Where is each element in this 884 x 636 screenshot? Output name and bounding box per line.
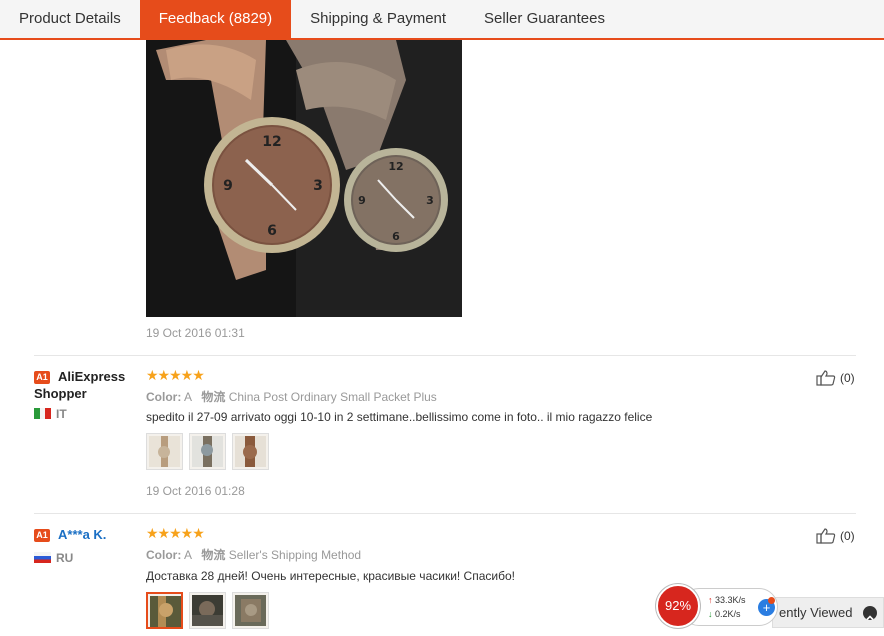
watch-thumbnail-image [192, 595, 223, 626]
buyer-level-badge: A1 [34, 529, 50, 542]
svg-text:3: 3 [313, 178, 323, 194]
recently-viewed-label: ently Viewed [779, 605, 853, 620]
color-label: Color: [146, 548, 182, 562]
network-speed-widget[interactable]: 92% ↑ 33.3K/s ↓ 0.2K/s + [656, 584, 780, 628]
divider [34, 355, 856, 356]
review-thumbnail[interactable] [232, 433, 269, 470]
shipping-value: China Post Ordinary Small Packet Plus [228, 390, 437, 404]
watch-thumbnail-image [235, 595, 266, 626]
chevron-up-icon [863, 606, 877, 621]
watch-thumbnail-image [192, 436, 223, 467]
shipping-label: 物流 [201, 390, 226, 404]
review-thumbnails [146, 433, 269, 470]
review-thumbnail[interactable] [232, 592, 269, 629]
italy-flag-icon [34, 408, 51, 419]
review-thumbnail[interactable] [146, 433, 183, 470]
thumbs-up-icon [816, 528, 836, 544]
tab-feedback[interactable]: Feedback (8829) [139, 0, 292, 40]
reviewer-name: AliExpress Shopper [34, 369, 126, 401]
helpful-count: (0) [840, 529, 855, 543]
svg-text:12: 12 [388, 160, 403, 173]
review-meta: Color: A 物流 China Post Ordinary Small Pa… [146, 388, 437, 405]
download-speed-value: 0.2K/s [715, 609, 741, 619]
upload-speed-value: 33.3K/s [715, 595, 746, 605]
upload-speed: ↑ 33.3K/s [708, 595, 746, 605]
tab-seller-guarantees[interactable]: Seller Guarantees [465, 0, 624, 38]
svg-text:9: 9 [358, 194, 366, 207]
review-meta: Color: A 物流 Seller's Shipping Method [146, 546, 361, 563]
reviewer-name[interactable]: A***a K. [58, 526, 106, 543]
recently-viewed-bar[interactable]: ently Viewed [772, 597, 884, 628]
divider [34, 513, 856, 514]
watch-thumbnail-image [235, 436, 266, 467]
watches-photo: 12 3 6 9 12 3 6 9 [146, 40, 462, 317]
color-value: A [184, 390, 192, 404]
helpful-button[interactable]: (0) [816, 528, 855, 544]
tab-shipping-payment[interactable]: Shipping & Payment [291, 0, 465, 38]
reviewer-country: RU [56, 551, 74, 565]
review-text: spedito il 27-09 arrivato oggi 10-10 in … [146, 410, 653, 424]
upload-arrow-icon: ↑ [708, 595, 713, 605]
svg-text:6: 6 [267, 223, 277, 239]
star-rating: ★★★★★ [146, 367, 205, 383]
watch-thumbnail-image [150, 596, 181, 627]
svg-text:12: 12 [262, 134, 281, 150]
download-speed: ↓ 0.2K/s [708, 609, 741, 619]
watch-thumbnail-image [149, 436, 180, 467]
review-thumbnail[interactable] [189, 592, 226, 629]
review-thumbnails [146, 592, 269, 629]
shipping-label: 物流 [201, 548, 226, 562]
tab-product-details[interactable]: Product Details [0, 0, 140, 38]
review-photo-large[interactable]: 12 3 6 9 12 3 6 9 [146, 40, 462, 317]
review-thumbnail[interactable] [189, 433, 226, 470]
svg-text:9: 9 [223, 178, 233, 194]
svg-text:6: 6 [392, 230, 400, 243]
helpful-count: (0) [840, 371, 855, 385]
notification-dot [768, 597, 775, 604]
star-rating: ★★★★★ [146, 525, 205, 541]
shipping-value: Seller's Shipping Method [228, 548, 362, 562]
download-arrow-icon: ↓ [708, 609, 713, 619]
review-thumbnail[interactable] [146, 592, 183, 629]
review-date: 19 Oct 2016 01:28 [146, 484, 245, 498]
thumbs-up-icon [816, 370, 836, 386]
memory-usage-indicator[interactable]: 92% [656, 584, 700, 628]
helpful-button[interactable]: (0) [816, 370, 855, 386]
svg-text:3: 3 [426, 194, 434, 207]
color-value: A [184, 548, 192, 562]
russia-flag-icon [34, 552, 51, 563]
product-tabs: Product Details Feedback (8829) Shipping… [0, 0, 884, 40]
review-date: 19 Oct 2016 01:31 [146, 326, 245, 340]
reviewer-country: IT [56, 407, 67, 421]
review-text: Доставка 28 дней! Очень интересные, крас… [146, 569, 515, 583]
color-label: Color: [146, 390, 182, 404]
